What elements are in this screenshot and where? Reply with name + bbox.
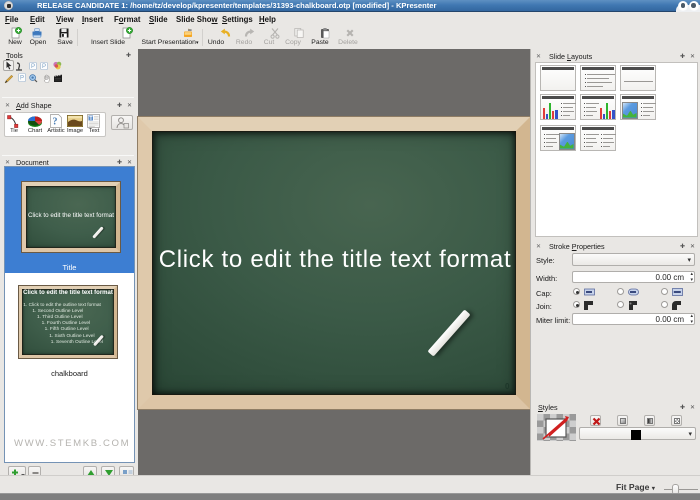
svg-text:P: P	[20, 76, 24, 82]
svg-text:?: ?	[53, 117, 58, 128]
svg-text:P: P	[31, 64, 35, 70]
svg-text:P: P	[42, 64, 46, 70]
